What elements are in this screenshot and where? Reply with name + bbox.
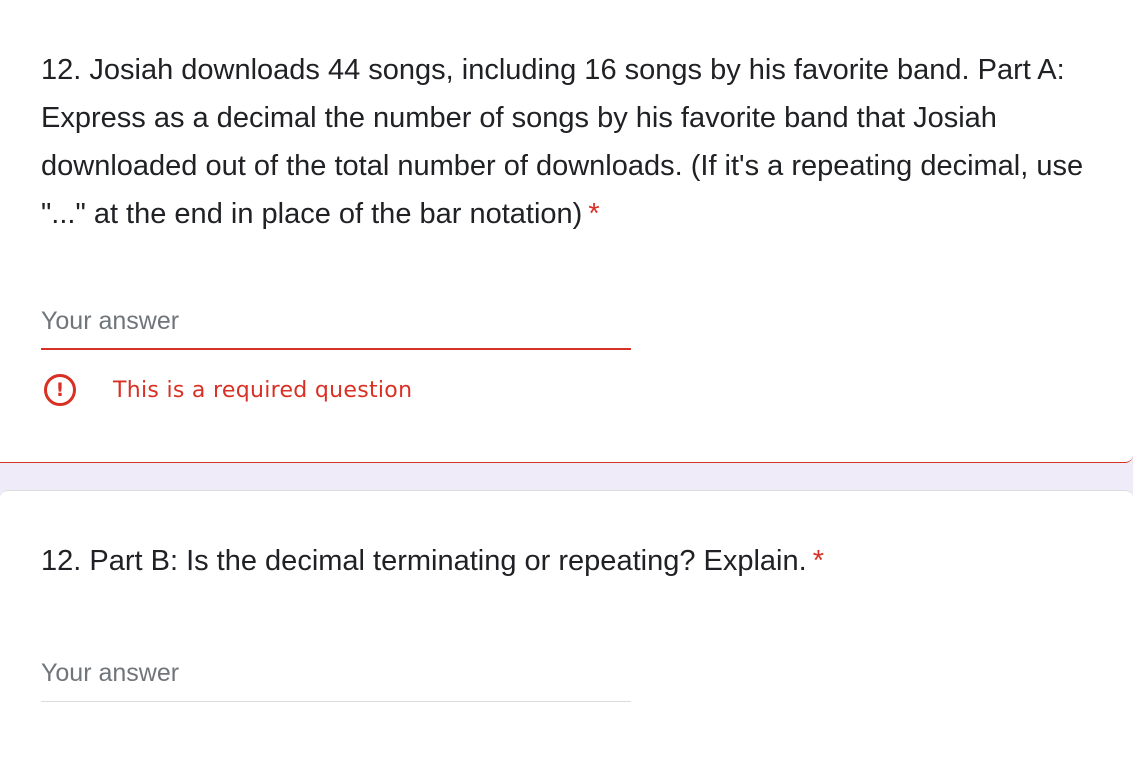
required-error-message: ! This is a required question	[44, 371, 412, 409]
required-asterisk: *	[812, 545, 824, 577]
question-card-part-b	[0, 490, 1133, 767]
question-title-part-b: 12. Part B: Is the decimal terminating o…	[41, 537, 1126, 585]
question-title-part-a: 12. Josiah downloads 44 songs, including…	[41, 46, 1126, 238]
error-icon: !	[44, 374, 76, 406]
required-asterisk: *	[588, 198, 600, 230]
answer-input-part-a[interactable]	[41, 304, 631, 350]
error-text: This is a required question	[113, 377, 413, 403]
question-text-part-b: 12. Part B: Is the decimal terminating o…	[41, 545, 807, 577]
question-text-part-a: 12. Josiah downloads 44 songs, including…	[41, 54, 1084, 230]
answer-input-part-b[interactable]	[41, 656, 631, 702]
